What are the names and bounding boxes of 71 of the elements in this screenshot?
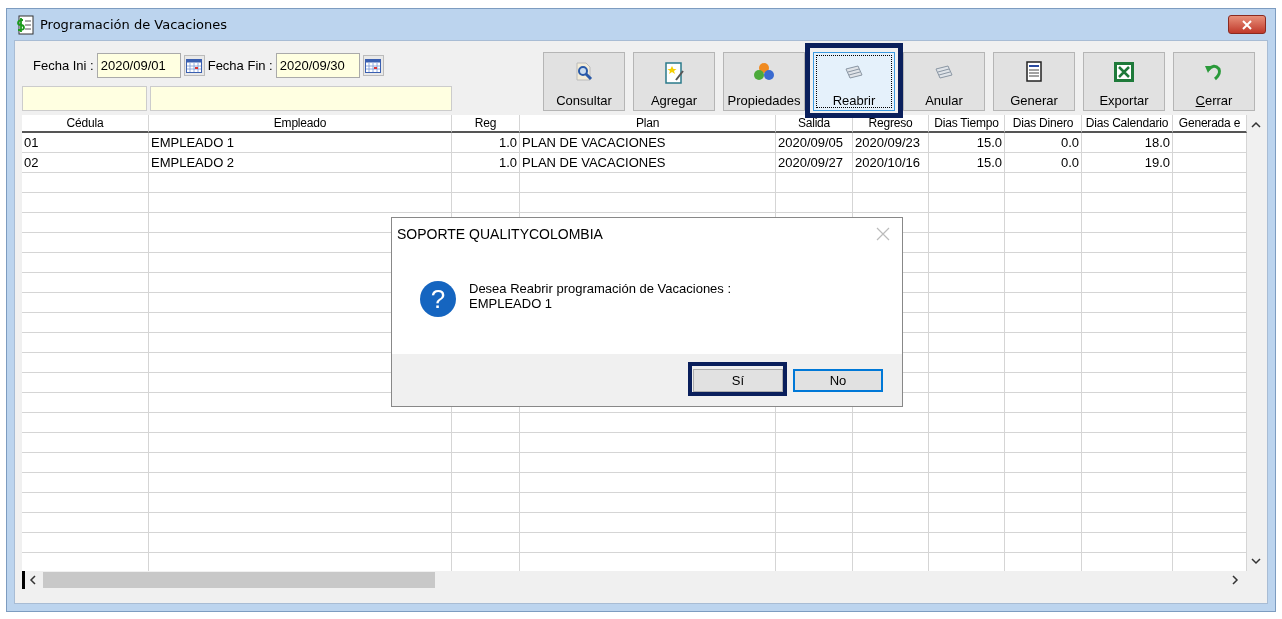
dialog-message: EMPLEADO 1: [469, 296, 554, 311]
dialog-message: Desea Reabrir programación de Vacaciones :: [469, 281, 732, 296]
table-cell: 2020/09/23: [853, 133, 929, 153]
toolbar-button[interactable]: Reabrir: [813, 52, 895, 111]
table-cell: [452, 533, 520, 553]
date-label: Fecha Ini :: [33, 58, 94, 73]
table-cell: PLAN DE VACACIONES: [520, 133, 776, 153]
spreadsheet-icon: [1113, 61, 1135, 83]
table-cell: EMPLEADO 1: [149, 133, 452, 153]
dialog-title: SOPORTE QUALITYCOLOMBIA: [397, 226, 603, 242]
window-title: Programación de Vacaciones: [40, 17, 227, 32]
toolbar-button[interactable]: Consultar: [543, 52, 625, 111]
scroll-down-icon[interactable]: [1251, 557, 1261, 565]
toolbar-button[interactable]: Agregar: [633, 52, 715, 111]
close-button[interactable]: [1228, 15, 1266, 34]
scroll-left-icon[interactable]: [29, 575, 37, 585]
filter-field[interactable]: [22, 86, 147, 111]
calendar-icon[interactable]: [362, 55, 384, 76]
column-header[interactable]: Regreso: [853, 115, 929, 133]
scroll-thumb[interactable]: [43, 572, 435, 588]
column-header[interactable]: Reg: [452, 115, 520, 133]
toolbar-button[interactable]: Propiedades: [723, 52, 805, 111]
column-header[interactable]: Empleado: [149, 115, 452, 133]
circles-icon: [753, 61, 775, 83]
table-cell: 15.0: [929, 153, 1005, 173]
column-header[interactable]: Dias Calendario: [1082, 115, 1173, 133]
toolbar-button[interactable]: Exportar: [1083, 52, 1165, 111]
table-cell: [452, 193, 520, 213]
star-document-icon: [663, 61, 685, 85]
table-cell: 02: [22, 153, 149, 173]
table-cell: 19.0: [1082, 153, 1173, 173]
calendar-icon[interactable]: [183, 55, 205, 76]
table-cell: PLAN DE VACACIONES: [520, 153, 776, 173]
table-cell: [452, 433, 520, 453]
table-cell: [452, 173, 520, 193]
table-cell: [452, 513, 520, 533]
dialog-button[interactable]: No: [793, 368, 883, 392]
table-cell: 0.0: [1005, 133, 1082, 153]
date-field[interactable]: 2020/09/30: [275, 53, 360, 78]
question-icon: ?: [419, 280, 457, 318]
table-cell: [452, 453, 520, 473]
table-cell: 18.0: [1082, 133, 1173, 153]
table-cell: 15.0: [929, 133, 1005, 153]
document-icon: [1025, 61, 1043, 83]
table-cell: 01: [22, 133, 149, 153]
table-cell: 0.0: [1005, 153, 1082, 173]
table-cell: [452, 473, 520, 493]
scroll-right-icon[interactable]: [1231, 575, 1239, 585]
magnifier-icon: [573, 61, 595, 83]
date-field[interactable]: 2020/09/01: [96, 53, 181, 78]
scroll-up-icon[interactable]: [1251, 121, 1261, 129]
table-cell: 2020/09/05: [776, 133, 853, 153]
table-cell: EMPLEADO 2: [149, 153, 452, 173]
table-cell: 1.0: [452, 153, 520, 173]
date-label: Fecha Fin :: [207, 58, 273, 73]
column-header[interactable]: Cédula: [22, 115, 149, 133]
table-cell: 2020/09/27: [776, 153, 853, 173]
table-cell: [452, 493, 520, 513]
table-cell: 1.0: [452, 133, 520, 153]
column-header[interactable]: Plan: [520, 115, 776, 133]
filter-field[interactable]: [150, 86, 452, 111]
column-header[interactable]: Dias Tiempo: [929, 115, 1005, 133]
column-header[interactable]: Dias Dinero: [1005, 115, 1082, 133]
table-cell: 2020/10/16: [853, 153, 929, 173]
toolbar-button[interactable]: Anular: [903, 52, 985, 111]
dollar-document-icon: [16, 14, 34, 35]
column-header[interactable]: Salida: [776, 115, 853, 133]
table-cell: [452, 413, 520, 433]
toolbar-button[interactable]: Cerrar: [1173, 52, 1255, 111]
dialog-button[interactable]: Sí: [693, 368, 783, 392]
toolbar-button[interactable]: Generar: [993, 52, 1075, 111]
